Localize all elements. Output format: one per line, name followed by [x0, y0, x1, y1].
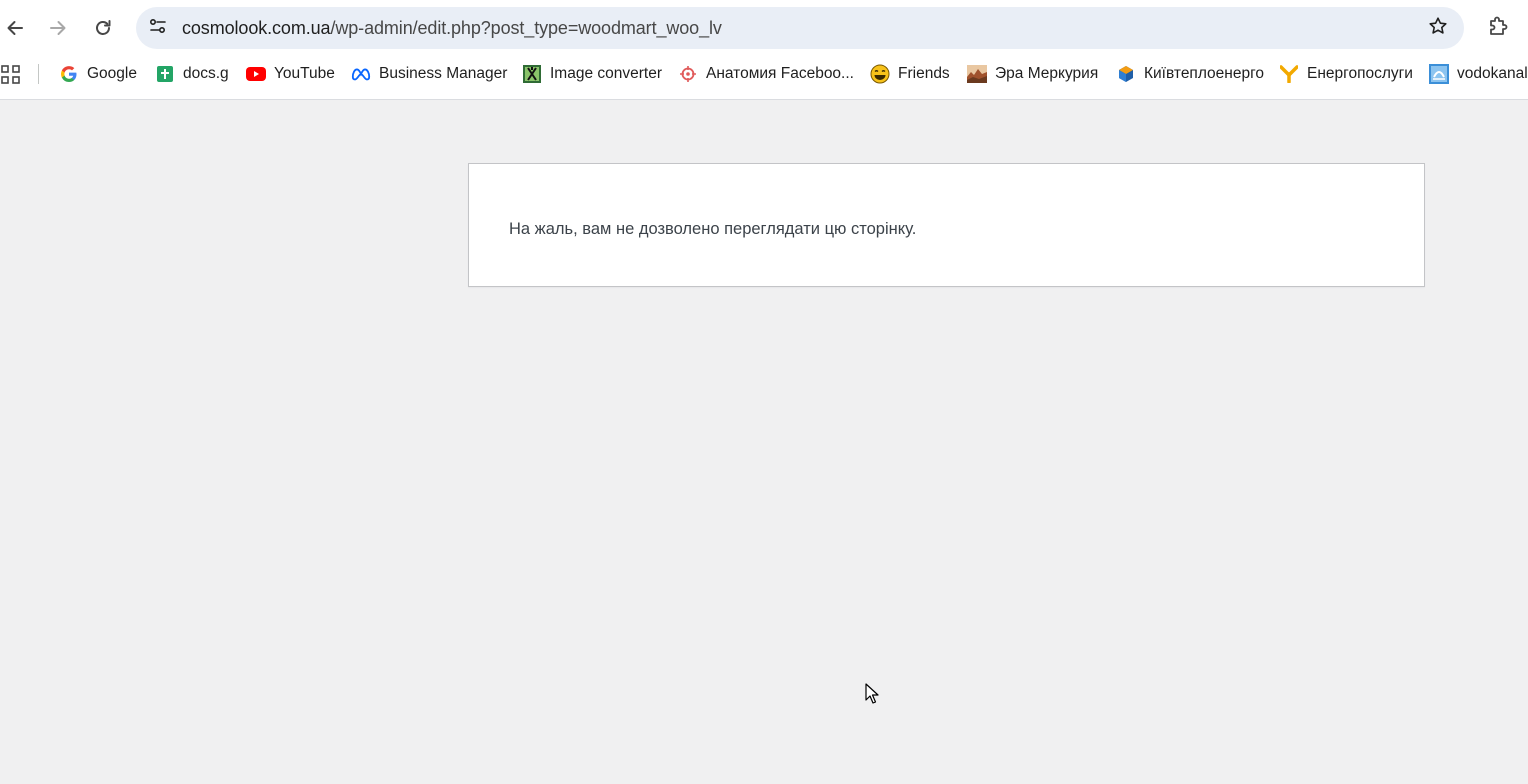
- reload-icon: [93, 18, 113, 38]
- arrow-left-icon: [5, 18, 25, 38]
- bookmarks-divider: [38, 64, 39, 84]
- bookmark-era-merkuriya[interactable]: Эра Меркурия: [967, 56, 1098, 92]
- forward-button[interactable]: [40, 10, 76, 46]
- sheets-icon: [155, 64, 175, 84]
- error-message-box: На жаль, вам не дозволено переглядати цю…: [468, 163, 1425, 287]
- y-logo-icon: [1279, 64, 1299, 84]
- url-domain: cosmolook.com.ua: [182, 18, 331, 38]
- bookmark-kyivteploenergo[interactable]: Київтеплоенерго: [1116, 56, 1264, 92]
- bookmark-label: Київтеплоенерго: [1144, 65, 1265, 82]
- page-content: На жаль, вам не дозволено переглядати цю…: [0, 100, 1528, 784]
- extensions-button[interactable]: [1482, 12, 1514, 44]
- error-message: На жаль, вам не дозволено переглядати цю…: [509, 220, 917, 238]
- landscape-icon: [967, 64, 987, 84]
- bookmark-label: docs.g: [183, 65, 229, 82]
- star-icon: [1428, 16, 1448, 41]
- bookmark-label: vodokanal: [1457, 65, 1528, 82]
- bookmark-label: Енергопослуги: [1307, 65, 1413, 82]
- smiley-icon: [870, 64, 890, 84]
- bookmark-docs[interactable]: docs.g: [155, 56, 229, 92]
- bookmark-friends[interactable]: Friends: [870, 56, 950, 92]
- bookmark-label: Friends: [898, 65, 950, 82]
- bookmark-label: Image converter: [550, 65, 662, 82]
- bookmark-energoposlugy[interactable]: Енергопослуги: [1279, 56, 1413, 92]
- bookmark-business-manager[interactable]: Business Manager: [351, 56, 507, 92]
- vodokanal-icon: [1429, 64, 1449, 84]
- browser-toolbar: cosmolook.com.ua/wp-admin/edit.php?post_…: [0, 0, 1528, 100]
- arrow-right-icon: [48, 18, 68, 38]
- image-converter-icon: [522, 64, 542, 84]
- meta-icon: [351, 64, 371, 84]
- bookmark-star-button[interactable]: [1426, 16, 1450, 40]
- bookmark-label: YouTube: [274, 65, 335, 82]
- address-bar[interactable]: cosmolook.com.ua/wp-admin/edit.php?post_…: [136, 7, 1464, 49]
- tune-icon: [148, 16, 168, 41]
- cube-icon: [1116, 64, 1136, 84]
- bookmark-vodokanal[interactable]: vodokanal: [1429, 56, 1528, 92]
- grid-icon: [1, 65, 21, 89]
- google-icon: [59, 64, 79, 84]
- bookmark-label: Эра Меркурия: [995, 65, 1099, 82]
- url-text[interactable]: cosmolook.com.ua/wp-admin/edit.php?post_…: [182, 18, 722, 39]
- puzzle-icon: [1487, 15, 1509, 42]
- bookmark-label: Business Manager: [379, 65, 508, 82]
- youtube-icon: [246, 64, 266, 84]
- bookmarks-bar: Google docs.g YouTube Business Manager I: [0, 56, 1528, 92]
- apps-button[interactable]: [1, 65, 21, 85]
- site-info-button[interactable]: [142, 12, 174, 44]
- reload-button[interactable]: [85, 10, 121, 46]
- back-button[interactable]: [0, 10, 33, 46]
- bookmark-youtube[interactable]: YouTube: [246, 56, 335, 92]
- bookmark-label: Анатомия Faceboo...: [706, 65, 854, 82]
- bookmark-label: Google: [87, 65, 137, 82]
- bookmark-google[interactable]: Google: [59, 56, 137, 92]
- bookmark-image-converter[interactable]: Image converter: [522, 56, 662, 92]
- url-path: /wp-admin/edit.php?post_type=woodmart_wo…: [330, 18, 722, 38]
- mouse-cursor-icon: [865, 683, 879, 705]
- target-icon: [678, 64, 698, 84]
- bookmark-anatomy-facebook[interactable]: Анатомия Faceboo...: [678, 56, 854, 92]
